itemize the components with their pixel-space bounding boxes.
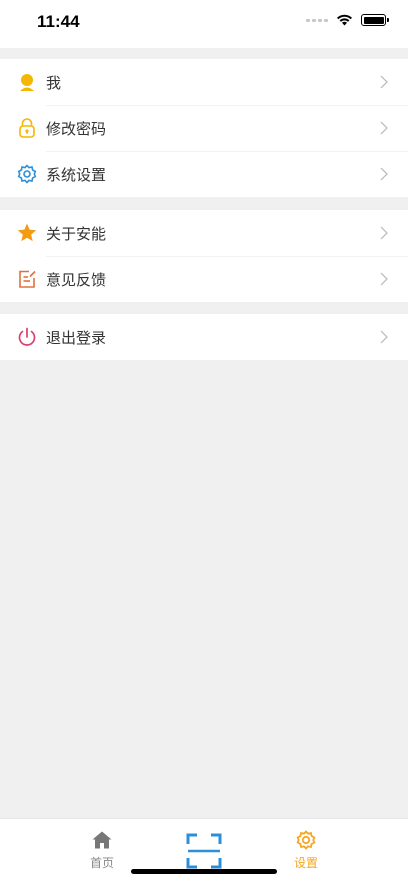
status-time: 11:44 xyxy=(37,12,80,31)
scan-icon xyxy=(186,833,222,869)
tab-scan[interactable] xyxy=(174,833,234,872)
battery-icon xyxy=(361,14,389,26)
menu-item-label: 退出登录 xyxy=(46,328,107,347)
tab-settings[interactable]: 设置 xyxy=(276,829,336,871)
menu-item-label: 意见反馈 xyxy=(46,270,107,289)
menu-group-account: 我 修改密码 系统设置 xyxy=(0,59,408,197)
tab-label: 首页 xyxy=(89,856,114,870)
menu-item-label: 修改密码 xyxy=(46,119,107,138)
menu-item-system-settings[interactable]: 系统设置 xyxy=(0,151,408,197)
menu-item-feedback[interactable]: 意见反馈 xyxy=(0,256,408,302)
home-indicator xyxy=(131,869,277,874)
star-icon xyxy=(16,222,38,244)
chevron-right-icon xyxy=(380,330,388,344)
menu-item-about[interactable]: 关于安能 xyxy=(0,210,408,256)
signal-icon xyxy=(306,18,328,22)
gear-icon xyxy=(16,163,38,185)
menu-item-logout[interactable]: 退出登录 xyxy=(0,314,408,360)
chevron-right-icon xyxy=(380,226,388,240)
menu-item-label: 关于安能 xyxy=(46,224,107,243)
edit-note-icon xyxy=(16,268,38,290)
gear-icon xyxy=(296,830,316,850)
status-icons xyxy=(306,14,389,26)
chevron-right-icon xyxy=(380,121,388,135)
chevron-right-icon xyxy=(380,75,388,89)
chevron-right-icon xyxy=(380,272,388,286)
menu-item-label: 我 xyxy=(46,73,62,92)
menu-item-change-password[interactable]: 修改密码 xyxy=(0,105,408,151)
menu-group-logout: 退出登录 xyxy=(0,314,408,360)
lock-icon xyxy=(16,117,38,139)
wifi-icon xyxy=(337,14,352,26)
status-bar: 11:44 xyxy=(0,0,408,48)
menu-item-me[interactable]: 我 xyxy=(0,59,408,105)
user-icon xyxy=(16,71,38,93)
menu-item-label: 系统设置 xyxy=(46,165,107,184)
chevron-right-icon xyxy=(380,167,388,181)
tab-home[interactable]: 首页 xyxy=(72,829,132,871)
power-icon xyxy=(16,326,38,348)
menu-group-about: 关于安能 意见反馈 xyxy=(0,210,408,302)
tab-label: 设置 xyxy=(293,856,318,870)
home-icon xyxy=(92,831,112,849)
